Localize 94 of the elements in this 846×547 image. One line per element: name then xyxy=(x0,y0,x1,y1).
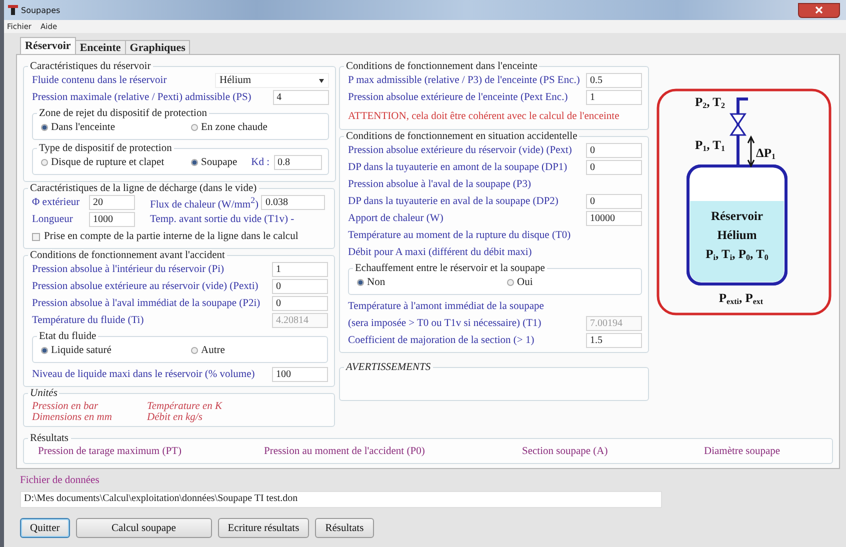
radio-button[interactable]: Disque de rupture et clapet xyxy=(41,157,191,168)
field-label: Φ extérieur xyxy=(32,197,81,208)
field-label: Pression absolue à l'aval immédiat de la soupape (P2i) xyxy=(32,298,260,309)
caret-icon xyxy=(318,78,324,82)
outside-pressure-label: P$_{exti}$, P$_{ext}$ xyxy=(718,292,764,306)
warning-text: ATTENTION, cela doit être cohérent avec le calcul de l'enceinte xyxy=(348,110,620,122)
unit-text: Dimensions en mm xyxy=(32,412,113,423)
checkbox[interactable]: Prise en compte de la partie interne de la ligne dans le calcul xyxy=(32,231,298,242)
pipe-valve-drawing xyxy=(730,98,748,165)
radio-button[interactable]: Oui xyxy=(507,277,533,288)
text-field[interactable]: 0.5 xyxy=(586,73,642,88)
group-title: Conditions de fonctionnement en situation accidentelle xyxy=(345,131,578,142)
field-label: (sera imposée > T0 ou T1v si nécessaire) (T1) xyxy=(348,318,542,329)
radio-button[interactable]: En zone chaude xyxy=(191,122,268,133)
app-icon xyxy=(8,5,18,15)
result-label: Pression au moment de l'accident (P0) xyxy=(264,446,426,457)
field-label: Température à l'amont immédiat de la soupape xyxy=(348,301,544,312)
text-field[interactable]: 0.038 xyxy=(261,195,326,210)
tab[interactable]: Enceinte xyxy=(74,40,126,54)
data-file-label: Fichier de données xyxy=(19,474,100,486)
group-title: Caractéristiques de la ligne de décharge (dans le vide) xyxy=(29,183,258,194)
field-label: Pression absolue à l'intérieur du réservoir (Pi) xyxy=(32,264,224,275)
radio-button[interactable]: Autre xyxy=(191,345,225,356)
field-label: P max admissible (relative / P3) de l'enceinte (PS Enc.) xyxy=(348,75,580,86)
close-button[interactable] xyxy=(798,2,840,18)
radio-button[interactable]: Non xyxy=(357,277,507,288)
text-field[interactable]: 0 xyxy=(586,143,642,158)
field-label: Niveau de liquide maxi dans le réservoir (% volume) xyxy=(32,369,255,380)
text-field[interactable]: 1 xyxy=(586,90,642,105)
text-field[interactable]: 1 xyxy=(272,262,328,277)
group-title: Echauffement entre le réservoir et la soupape xyxy=(354,263,546,274)
group-title: Résultats xyxy=(29,433,70,444)
text-field[interactable]: 4 xyxy=(272,90,329,105)
group-title: Conditions de fonctionnement dans l'enceinte xyxy=(345,61,538,72)
unit-text: Pression en bar xyxy=(32,401,100,412)
kd-label: Kd : xyxy=(251,157,270,168)
text-field[interactable]: 10000 xyxy=(586,211,642,226)
text-field[interactable]: 1.5 xyxy=(586,333,642,348)
action-button[interactable]: Quitter xyxy=(20,518,70,538)
tank-conditions: P$_{i}$, T$_{i}$, P$_{0}$, T$_{0}$ xyxy=(706,248,768,262)
group-title: Conditions de fonctionnement avant l'accident xyxy=(29,250,226,261)
text-field[interactable]: 100 xyxy=(272,367,328,382)
radio-button[interactable]: Soupape xyxy=(191,157,238,168)
tab[interactable]: Réservoir xyxy=(20,37,76,54)
text-field[interactable]: 20 xyxy=(89,195,135,210)
text-field[interactable]: 0 xyxy=(272,296,328,311)
text-field[interactable]: 0 xyxy=(586,194,642,209)
field-label: Température au moment de la rupture du disque (T0) xyxy=(348,230,571,241)
outlet-label: P$_{2}$, T$_{2}$ xyxy=(695,96,726,110)
field-label: Pression absolue extérieure au réservoir (vide) (Pexti) xyxy=(32,281,258,292)
tab[interactable]: Graphiques xyxy=(124,40,190,54)
result-label: Section soupape (A) xyxy=(522,446,609,457)
pressure-drop-arrow xyxy=(747,135,755,168)
field-label: Débit pour A maxi (différent du débit maxi) xyxy=(348,247,532,258)
field-label: Temp. avant sortie du vide (T1v) - xyxy=(150,214,294,225)
field-label: Pression absolue extérieure du réservoir (vide) (Pext) xyxy=(348,145,572,156)
field-label: Flux de chaleur (W/mm$^{2}$) xyxy=(150,194,258,210)
field-label: Température du fluide (Ti) xyxy=(32,315,144,326)
field-label: Apport de chaleur (W) xyxy=(348,213,444,224)
result-label: Diamètre soupape xyxy=(704,446,782,457)
action-button[interactable]: Calcul soupape xyxy=(76,518,212,538)
close-icon xyxy=(815,6,823,14)
group-title: Unités xyxy=(29,388,58,399)
radio-button[interactable]: Liquide saturé xyxy=(41,345,191,356)
text-field[interactable]: 1000 xyxy=(89,212,135,227)
tank-fluid: Hélium xyxy=(717,229,757,242)
unit-text: Débit en kg/s xyxy=(147,412,204,423)
pressure-drop-label: ΔP$_{1}$ xyxy=(756,147,776,161)
radio-button[interactable]: Dans l'enceinte xyxy=(41,122,191,133)
group-title: AVERTISSEMENTS xyxy=(344,362,432,373)
field-label: Coefficient de majoration de la section (> 1) xyxy=(348,335,534,346)
field-label: DP dans la tuyauterie en amont de la soupape (DP1) xyxy=(348,162,568,173)
group-title: Caractéristiques du réservoir xyxy=(29,61,152,72)
group-title: Zone de rejet du dispositif de protection xyxy=(38,108,208,119)
group-title: Type de dispositif de protection xyxy=(38,143,173,154)
result-label: Pression de tarage maximum (PT) xyxy=(38,446,182,457)
field-label: Pression absolue à l'aval de la soupape (P3) xyxy=(348,179,531,190)
action-button[interactable]: Ecriture résultats xyxy=(218,518,310,538)
field-label: Pression maximale (relative / Pexti) admissible (PS) xyxy=(32,92,252,103)
field-label: DP dans la tuyauterie en aval de la soupape (DP2) xyxy=(348,196,558,207)
field-label: Fluide contenu dans le réservoir xyxy=(32,75,167,86)
window-title: Soupapes xyxy=(21,6,60,14)
group-title: Etat du fluide xyxy=(38,331,98,342)
text-field[interactable]: 0 xyxy=(586,160,642,175)
unit-text: Température en K xyxy=(147,401,224,412)
text-field[interactable]: 0 xyxy=(272,279,328,294)
inlet-label: P$_{1}$, T$_{1}$ xyxy=(695,139,726,153)
text-field[interactable]: 0.8 xyxy=(274,155,322,170)
field-label: Pression absolue extérieure de l'enceinte (Pext Enc.) xyxy=(348,92,568,103)
fluid-dropdown[interactable]: Hélium xyxy=(214,73,329,88)
file-path-field[interactable]: D:\Mes documents\Calcul\exploitation\données\Soupape TI test.don xyxy=(20,491,662,508)
tank-title: Réservoir xyxy=(710,210,764,222)
field-label: Longueur xyxy=(32,214,74,225)
action-button[interactable]: Résultats xyxy=(315,518,374,538)
